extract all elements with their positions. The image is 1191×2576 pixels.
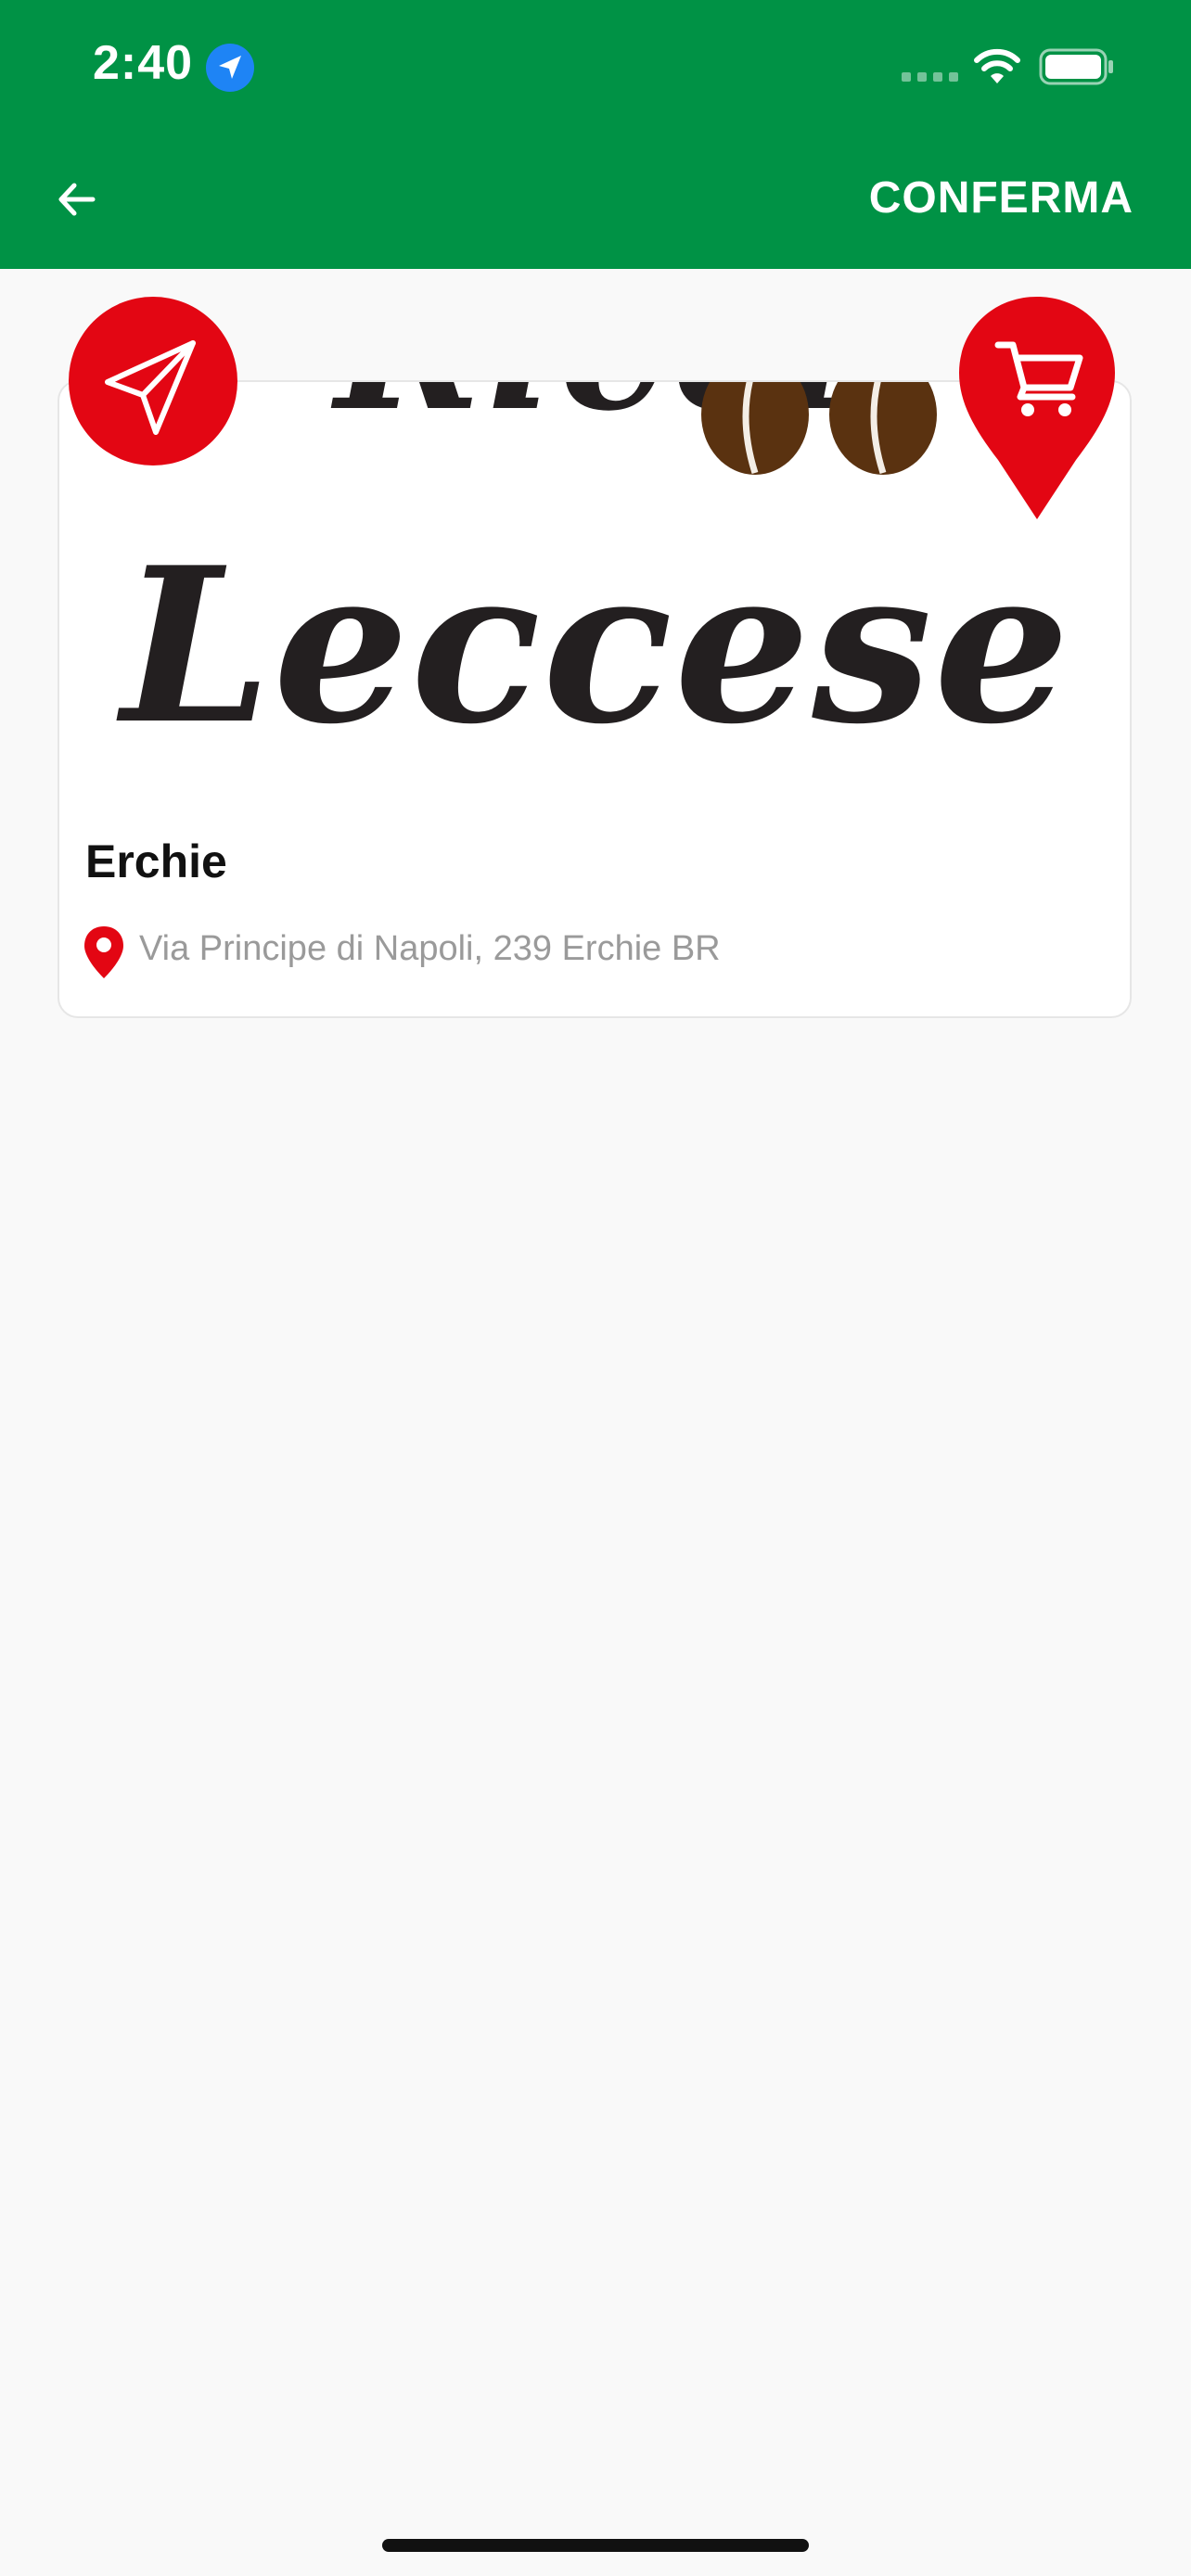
paper-plane-icon xyxy=(105,340,196,435)
app-header: 2:40 CONFERMA xyxy=(0,0,1191,269)
coffee-beans-icon xyxy=(701,382,937,475)
location-arrow-icon xyxy=(206,44,254,92)
send-directions-button[interactable] xyxy=(69,297,237,465)
back-arrow-icon[interactable] xyxy=(46,167,108,228)
logo-line-bottom: Leccese xyxy=(121,521,1072,772)
store-name: Erchie xyxy=(85,835,227,887)
confirm-button[interactable]: CONFERMA xyxy=(869,171,1133,226)
status-time: 2:40 xyxy=(93,36,194,90)
home-indicator[interactable] xyxy=(382,2539,809,2552)
wifi-icon xyxy=(972,46,1022,90)
map-pin-icon xyxy=(84,926,123,978)
store-address: Via Principe di Napoli, 239 Erchie BR xyxy=(139,929,721,968)
battery-icon xyxy=(1039,48,1115,90)
cart-pin-button[interactable] xyxy=(957,297,1117,524)
